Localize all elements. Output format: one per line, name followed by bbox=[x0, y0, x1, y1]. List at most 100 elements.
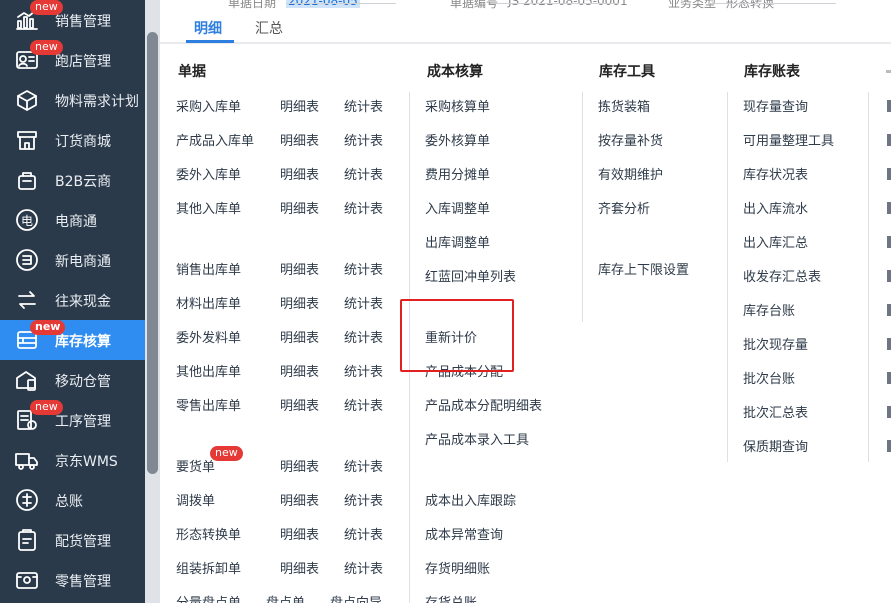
sidebar-scrollbar-thumb[interactable] bbox=[147, 32, 158, 474]
sidebar-item[interactable]: 配货管理 bbox=[0, 520, 145, 560]
detail-report-link[interactable]: 明细表 bbox=[280, 259, 319, 278]
document-link[interactable]: 零售出库单 bbox=[176, 395, 241, 414]
sidebar-item[interactable]: 工序管理 new bbox=[0, 400, 145, 440]
document-link[interactable]: 要货单 bbox=[176, 456, 215, 475]
sidebar-item[interactable]: 订货商城 bbox=[0, 120, 145, 160]
cost-link[interactable]: 存货总账 bbox=[425, 592, 477, 603]
statistics-report-link[interactable]: 统计表 bbox=[344, 293, 383, 312]
inventory-report-link[interactable]: 库存状况表 bbox=[743, 164, 808, 183]
cost-link[interactable]: 产品成本分配明细表 bbox=[425, 395, 542, 414]
sidebar-item[interactable]: 移动仓管 bbox=[0, 360, 145, 400]
document-link[interactable]: 销售出库单 bbox=[176, 259, 241, 278]
statistics-report-link[interactable]: 统计表 bbox=[344, 395, 383, 414]
inventory-tool-link[interactable]: 库存上下限设置 bbox=[598, 259, 689, 278]
inventory-report-link[interactable]: 批次现存量 bbox=[743, 334, 808, 353]
clipped-report-link[interactable] bbox=[887, 100, 891, 112]
cost-link[interactable]: 出库调整单 bbox=[425, 232, 490, 251]
tab-summary[interactable]: 汇总 bbox=[255, 18, 283, 38]
cost-link[interactable]: 入库调整单 bbox=[425, 198, 490, 217]
inventory-tool-link[interactable]: 有效期维护 bbox=[598, 164, 663, 183]
detail-report-link[interactable]: 明细表 bbox=[280, 198, 319, 217]
document-link[interactable]: 其他入库单 bbox=[176, 198, 241, 217]
sidebar-item[interactable]: 总账 bbox=[0, 480, 145, 520]
document-link[interactable]: 调拨单 bbox=[176, 490, 215, 509]
sidebar-item[interactable]: B2B云商 bbox=[0, 160, 145, 200]
statistics-report-link[interactable]: 统计表 bbox=[344, 456, 383, 475]
sidebar-item[interactable]: 零售管理 bbox=[0, 560, 145, 600]
document-link[interactable]: 委外入库单 bbox=[176, 164, 241, 183]
statistics-report-link[interactable]: 统计表 bbox=[344, 198, 383, 217]
type-field[interactable]: 形态转换 bbox=[726, 0, 774, 11]
inventory-report-link[interactable]: 出入库汇总 bbox=[743, 232, 808, 251]
inventory-tool-link[interactable]: 齐套分析 bbox=[598, 198, 650, 217]
date-field[interactable]: 2021-08-05 bbox=[286, 0, 360, 8]
detail-report-link[interactable]: 明细表 bbox=[280, 164, 319, 183]
document-link[interactable]: 形态转换单 bbox=[176, 524, 241, 543]
clipped-report-link[interactable] bbox=[887, 338, 891, 350]
sidebar-item[interactable]: 库存核算 new bbox=[0, 320, 145, 360]
inventory-report-link[interactable]: 批次汇总表 bbox=[743, 402, 808, 421]
detail-report-link[interactable]: 明细表 bbox=[280, 327, 319, 346]
statistics-report-link[interactable]: 统计表 bbox=[344, 164, 383, 183]
detail-report-link[interactable]: 明细表 bbox=[280, 490, 319, 509]
detail-report-link[interactable]: 明细表 bbox=[280, 130, 319, 149]
cost-link[interactable]: 成本出入库跟踪 bbox=[425, 490, 516, 509]
number-field[interactable]: JS 2021-08-05-0001 bbox=[508, 0, 628, 8]
document-link[interactable]: 产成品入库单 bbox=[176, 130, 254, 149]
clipped-report-link[interactable] bbox=[887, 304, 891, 316]
statistics-report-link[interactable]: 盘点向导 bbox=[330, 592, 382, 603]
document-link[interactable]: 组装拆卸单 bbox=[176, 558, 241, 577]
inventory-report-link[interactable]: 库存台账 bbox=[743, 300, 795, 319]
clipped-report-link[interactable] bbox=[887, 202, 891, 214]
detail-report-link[interactable]: 明细表 bbox=[280, 558, 319, 577]
cost-link[interactable]: 成本异常查询 bbox=[425, 524, 503, 543]
statistics-report-link[interactable]: 统计表 bbox=[344, 259, 383, 278]
sidebar-item[interactable]: 销售管理 new bbox=[0, 0, 145, 40]
cost-link[interactable]: 产品成本录入工具 bbox=[425, 429, 529, 448]
clipped-report-link[interactable] bbox=[887, 168, 891, 180]
sidebar-item[interactable]: 新电商通 bbox=[0, 240, 145, 280]
document-link[interactable]: 材料出库单 bbox=[176, 293, 241, 312]
detail-report-link[interactable]: 明细表 bbox=[280, 524, 319, 543]
detail-report-link[interactable]: 盘点单 bbox=[266, 592, 305, 603]
sidebar-item[interactable]: 电 电商通 bbox=[0, 200, 145, 240]
inventory-report-link[interactable]: 批次台账 bbox=[743, 368, 795, 387]
inventory-report-link[interactable]: 现存量查询 bbox=[743, 96, 808, 115]
clipped-report-link[interactable] bbox=[887, 406, 891, 418]
sidebar-item[interactable]: 跑店管理 new bbox=[0, 40, 145, 80]
statistics-report-link[interactable]: 统计表 bbox=[344, 327, 383, 346]
cost-link[interactable]: 采购核算单 bbox=[425, 96, 490, 115]
cost-link[interactable]: 委外核算单 bbox=[425, 130, 490, 149]
detail-report-link[interactable]: 明细表 bbox=[280, 361, 319, 380]
document-link[interactable]: 采购入库单 bbox=[176, 96, 241, 115]
statistics-report-link[interactable]: 统计表 bbox=[344, 130, 383, 149]
statistics-report-link[interactable]: 统计表 bbox=[344, 558, 383, 577]
statistics-report-link[interactable]: 统计表 bbox=[344, 96, 383, 115]
cost-link[interactable]: 存货明细账 bbox=[425, 558, 490, 577]
inventory-tool-link[interactable]: 拣货装箱 bbox=[598, 96, 650, 115]
statistics-report-link[interactable]: 统计表 bbox=[344, 490, 383, 509]
detail-report-link[interactable]: 明细表 bbox=[280, 456, 319, 475]
statistics-report-link[interactable]: 统计表 bbox=[344, 361, 383, 380]
cost-link[interactable]: 红蓝回冲单列表 bbox=[425, 266, 516, 285]
document-link[interactable]: 委外发料单 bbox=[176, 327, 241, 346]
inventory-tool-link[interactable]: 按存量补货 bbox=[598, 130, 663, 149]
sidebar-item[interactable]: 往来现金 bbox=[0, 280, 145, 320]
detail-report-link[interactable]: 明细表 bbox=[280, 395, 319, 414]
inventory-report-link[interactable]: 收发存汇总表 bbox=[743, 266, 821, 285]
clipped-report-link[interactable] bbox=[887, 440, 891, 452]
inventory-report-link[interactable]: 出入库流水 bbox=[743, 198, 808, 217]
clipped-report-link[interactable] bbox=[887, 236, 891, 248]
inventory-report-link[interactable]: 保质期查询 bbox=[743, 436, 808, 455]
tab-detail[interactable]: 明细 bbox=[194, 18, 222, 38]
clipped-report-link[interactable] bbox=[887, 372, 891, 384]
inventory-report-link[interactable]: 可用量整理工具 bbox=[743, 130, 834, 149]
document-link[interactable]: 其他出库单 bbox=[176, 361, 241, 380]
detail-report-link[interactable]: 明细表 bbox=[280, 293, 319, 312]
clipped-report-link[interactable] bbox=[887, 134, 891, 146]
detail-report-link[interactable]: 明细表 bbox=[280, 96, 319, 115]
sidebar-item[interactable]: 京东WMS bbox=[0, 440, 145, 480]
sidebar-item[interactable]: 物料需求计划 bbox=[0, 80, 145, 120]
document-link[interactable]: 分量盘点单 bbox=[176, 592, 241, 603]
clipped-report-link[interactable] bbox=[887, 270, 891, 282]
